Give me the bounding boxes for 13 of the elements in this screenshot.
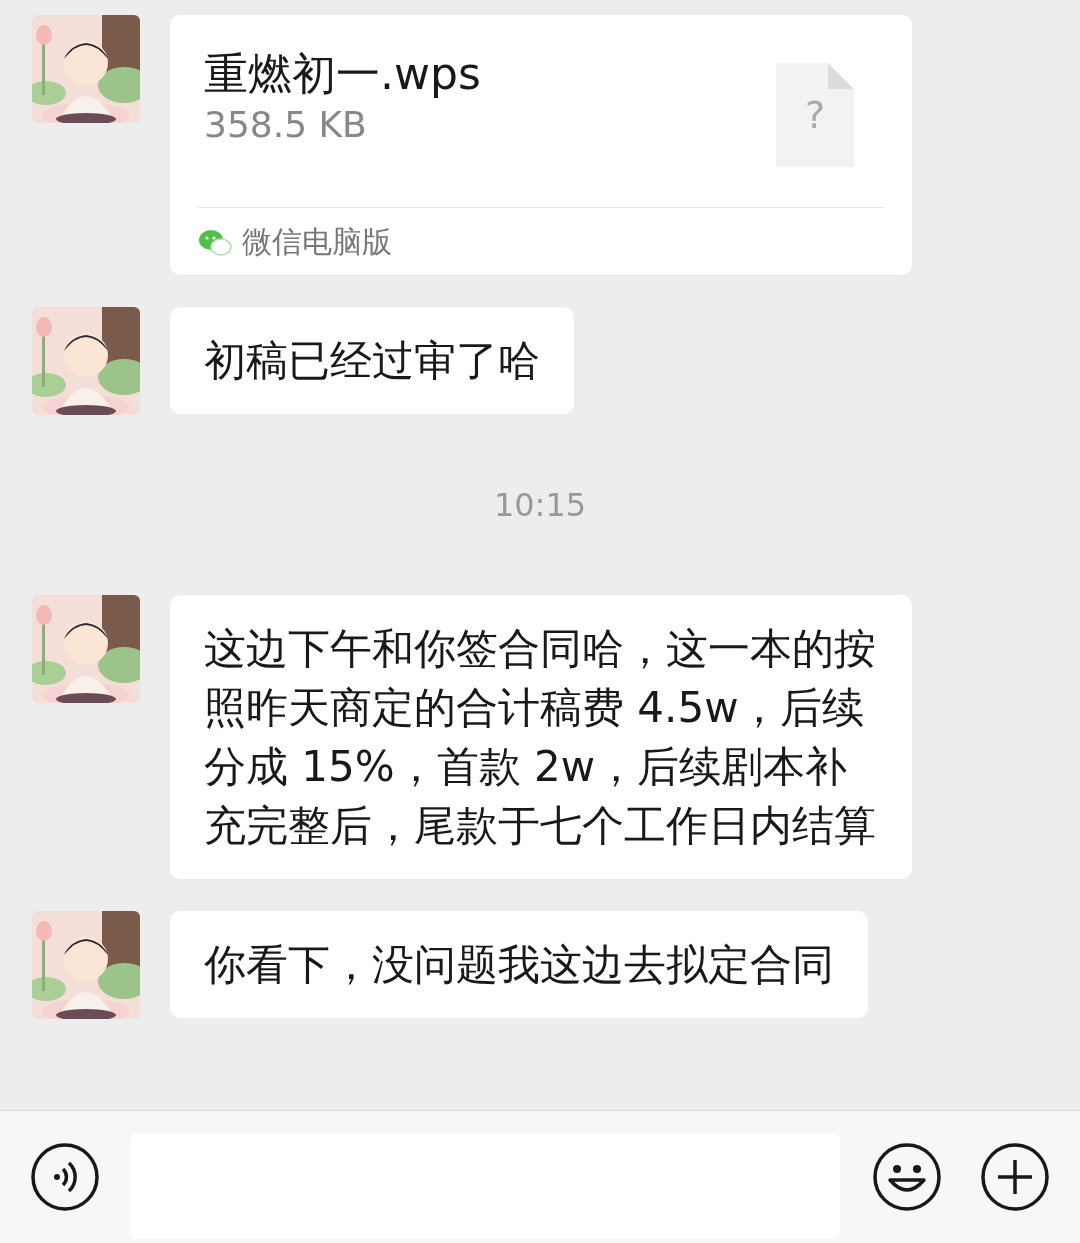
plus-icon[interactable] <box>980 1142 1050 1212</box>
voice-icon[interactable] <box>30 1142 100 1212</box>
file-name: 重燃初一.wps <box>204 47 481 101</box>
message-bubble: 你看下，没问题我这边去拟定合同 <box>170 911 868 1018</box>
message-bubble: 初稿已经过审了哈 <box>170 307 574 414</box>
source-label: 微信电脑版 <box>242 223 392 261</box>
file-message[interactable]: 重燃初一.wps 358.5 KB ? 微信电脑版 <box>170 15 912 275</box>
chat-bubbles-icon <box>198 228 232 257</box>
emoji-icon[interactable] <box>872 1142 942 1212</box>
timestamp: 10:15 <box>493 485 587 525</box>
message-bubble: 这边下午和你签合同哈，这一本的按照昨天商定的合计稿费 4.5w，后续分成 15%，首款 2w，后续剧本补充完整后，尾款于七个工作日内结算 <box>170 595 912 879</box>
file-size: 358.5 KB <box>204 103 368 147</box>
document-icon: ? <box>776 63 854 167</box>
